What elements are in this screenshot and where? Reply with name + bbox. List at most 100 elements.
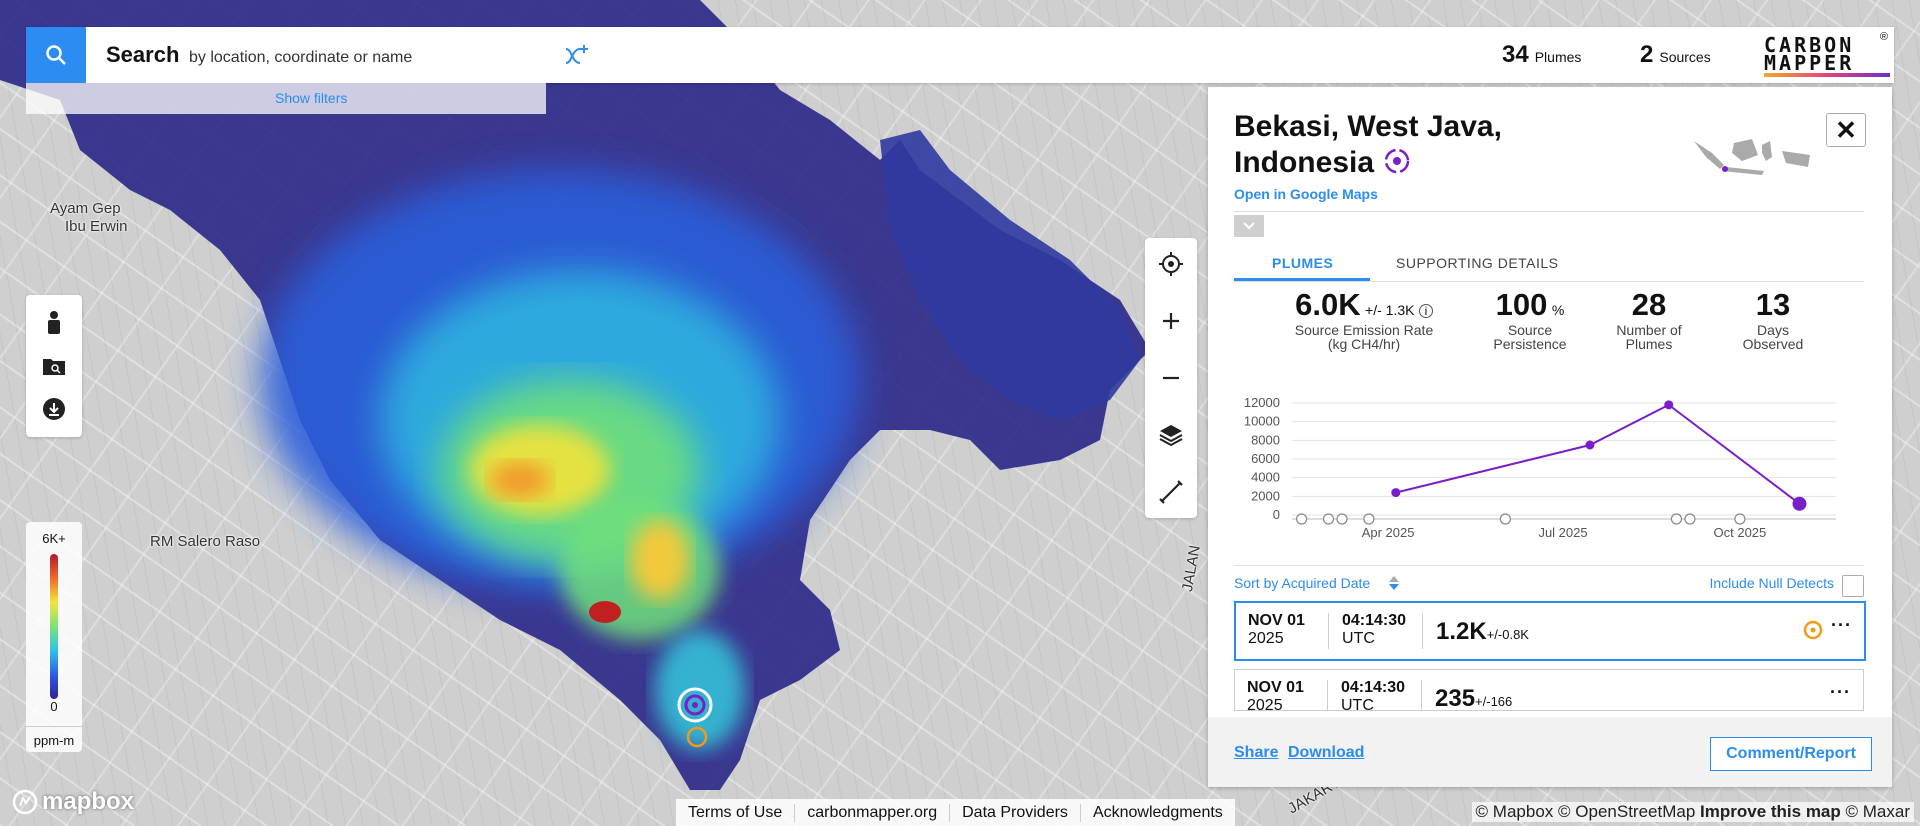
chart-null-point [1363, 513, 1375, 525]
plume-time-value: 04:14:30 [1341, 679, 1406, 696]
plume-row[interactable]: NOV 01 2025 04:14:30 UTC 235+/-166 ··· [1234, 669, 1864, 711]
chart-null-point [1296, 513, 1308, 525]
emission-uncertainty: +/- 1.3K [1365, 302, 1415, 318]
search-input[interactable]: by location, coordinate or name [189, 49, 412, 67]
plume-emission-uncertainty: +/-0.8K [1486, 627, 1529, 642]
show-filters-link[interactable]: Show filters [275, 90, 347, 106]
zoom-out-icon[interactable] [1157, 364, 1185, 392]
collapse-button[interactable] [1234, 215, 1264, 237]
info-icon[interactable]: i [1418, 304, 1433, 318]
tab-supporting-details[interactable]: SUPPORTING DETAILS [1396, 255, 1559, 271]
plume-time-zone: UTC [1342, 630, 1375, 647]
row-more-button[interactable]: ··· [1831, 615, 1852, 636]
source-title-line2: Indonesia [1234, 146, 1375, 179]
persistence-unit: % [1551, 302, 1565, 318]
attribution-maxar[interactable]: © Maxar [1846, 802, 1910, 821]
zoom-in-icon[interactable] [1157, 307, 1185, 335]
open-google-maps-link[interactable]: Open in Google Maps [1234, 186, 1378, 202]
plume-count-label2: Plumes [1625, 336, 1673, 352]
terms-of-use-link[interactable]: Terms of Use [676, 803, 796, 822]
plume-red [589, 601, 621, 623]
mapbox-wordmark: mapbox [42, 788, 135, 815]
chart-series-line [1395, 403, 1801, 505]
source-marker-icon [1385, 148, 1410, 174]
legend-color-scale [50, 554, 58, 699]
chart-null-point [1336, 513, 1348, 525]
source-title-line1: Bekasi, West Java, [1234, 110, 1502, 143]
chart-x-tick-label: Jul 2025 [1538, 525, 1587, 540]
locate-icon[interactable] [1157, 250, 1185, 278]
chart-null-point [1734, 513, 1746, 525]
chart-y-tick-label: 8000 [1251, 432, 1280, 447]
folder-search-icon[interactable] [40, 352, 68, 380]
chevron-down-icon [1243, 222, 1255, 230]
search-label[interactable]: Search [106, 42, 179, 68]
share-link[interactable]: Share [1234, 744, 1278, 762]
logo-registered: ® [1879, 31, 1888, 43]
bottom-links-bar: Terms of Use carbonmapper.org Data Provi… [676, 799, 1235, 826]
carbonmapper-link[interactable]: carbonmapper.org [795, 803, 951, 822]
layers-icon[interactable] [1157, 421, 1185, 449]
row-separator [1328, 613, 1329, 649]
divider [1234, 565, 1864, 566]
plumes-count-value: 34 [1502, 41, 1529, 68]
chart-null-point [1322, 513, 1335, 525]
map-place-label: RM Salero Raso [150, 533, 261, 550]
plume-date-year: 2025 [1247, 697, 1283, 711]
plumes-count-label: Plumes [1534, 49, 1582, 65]
improve-map-link[interactable]: Improve this map [1700, 802, 1841, 821]
comment-report-button[interactable]: Comment/Report [1710, 737, 1872, 771]
attribution-osm[interactable]: © OpenStreetMap [1558, 802, 1695, 821]
source-details-panel: Bekasi, West Java, Indonesia Open in Goo… [1208, 87, 1892, 787]
plume-orange [490, 462, 550, 498]
row-more-button[interactable]: ··· [1830, 682, 1851, 703]
plume-emission-value: 1.2K [1436, 618, 1487, 645]
logo-bar [1764, 73, 1890, 77]
source-metrics: 6.0K +/- 1.3K i Source Emission Rate (kg… [1234, 287, 1864, 367]
legend-unit: ppm-m [26, 726, 82, 748]
chart-null-point [1684, 513, 1696, 525]
metric-days-observed: 13 Days Observed [1718, 287, 1828, 351]
plume-selected-icon [1803, 620, 1823, 640]
row-separator [1421, 680, 1422, 710]
plume-time: 04:14:30 UTC [1341, 679, 1406, 711]
plume-row[interactable]: NOV 01 2025 04:14:30 UTC 1.2K+/-0.8K ··· [1234, 601, 1866, 661]
mapbox-icon [12, 789, 38, 815]
plume-time-zone: UTC [1341, 697, 1374, 711]
chart-y-tick-label: 4000 [1251, 470, 1280, 485]
map-controls [1145, 238, 1197, 518]
measure-icon[interactable] [1157, 478, 1185, 506]
sort-by-button[interactable]: Sort by Acquired Date [1234, 575, 1370, 591]
close-panel-button[interactable]: ✕ [1826, 113, 1866, 147]
search-button[interactable] [26, 27, 86, 83]
sources-count-value: 2 [1640, 41, 1654, 68]
chart-y-tick-label: 0 [1273, 507, 1280, 522]
metric-emission-rate: 6.0K +/- 1.3K i Source Emission Rate (kg… [1284, 287, 1444, 351]
panel-footer: Share Download Comment/Report [1208, 717, 1892, 787]
attribution-mapbox[interactable]: © Mapbox [1476, 802, 1554, 821]
chart-y-tick-label: 2000 [1251, 488, 1280, 503]
mapbox-logo[interactable]: mapbox [12, 788, 134, 816]
emission-label: Source Emission Rate [1294, 322, 1434, 338]
plume-date: NOV 01 2025 [1247, 679, 1304, 711]
plume-date-day: NOV 01 [1247, 679, 1304, 696]
plume-date: NOV 01 2025 [1248, 612, 1305, 648]
include-null-detects-label: Include Null Detects [1709, 575, 1834, 591]
download-icon[interactable] [40, 395, 68, 423]
download-link[interactable]: Download [1288, 744, 1364, 762]
data-providers-link[interactable]: Data Providers [950, 803, 1081, 822]
left-toolbar [26, 295, 82, 437]
emission-unit: (kg CH4/hr) [1327, 336, 1401, 352]
tab-plumes[interactable]: PLUMES [1272, 255, 1333, 271]
divider [1234, 281, 1864, 282]
include-null-detects-checkbox[interactable] [1842, 575, 1864, 597]
sort-arrows-icon[interactable] [1388, 575, 1400, 591]
chart-null-point [1499, 513, 1511, 525]
emissions-timeline-chart[interactable]: 12000 10000 8000 6000 4000 2000 0 Apr 2025 Jul 2… [1208, 387, 1892, 557]
person-icon[interactable] [40, 309, 68, 337]
persistence-value: 100 [1495, 287, 1548, 322]
carbon-mapper-logo[interactable]: CARBON MAPPER ® [1744, 27, 1894, 83]
acknowledgments-link[interactable]: Acknowledgments [1081, 804, 1235, 822]
route-add-icon[interactable] [562, 41, 592, 71]
map-place-label: Ibu Erwin [65, 218, 128, 235]
